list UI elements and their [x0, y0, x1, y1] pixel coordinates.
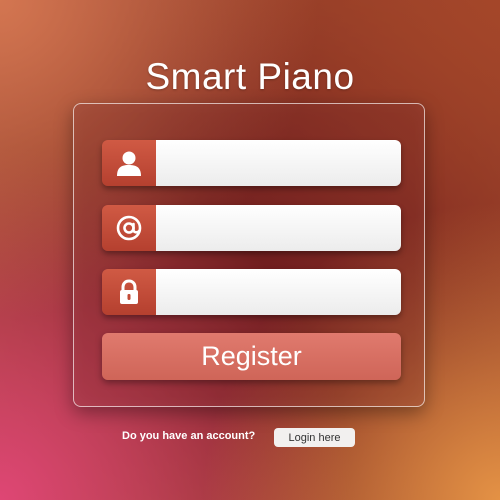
password-input[interactable] — [156, 269, 401, 315]
username-field — [102, 140, 401, 186]
password-field — [102, 269, 401, 315]
email-input[interactable] — [156, 205, 401, 251]
account-prompt: Do you have an account? — [122, 430, 256, 442]
login-button[interactable]: Login here — [274, 428, 355, 447]
email-field — [102, 205, 401, 251]
lock-icon — [102, 269, 156, 315]
username-input[interactable] — [156, 140, 401, 186]
at-sign-icon — [102, 205, 156, 251]
user-icon — [102, 140, 156, 186]
register-button[interactable]: Register — [102, 333, 401, 380]
app-title: Smart Piano — [145, 56, 355, 97]
register-panel: Register — [73, 103, 425, 407]
